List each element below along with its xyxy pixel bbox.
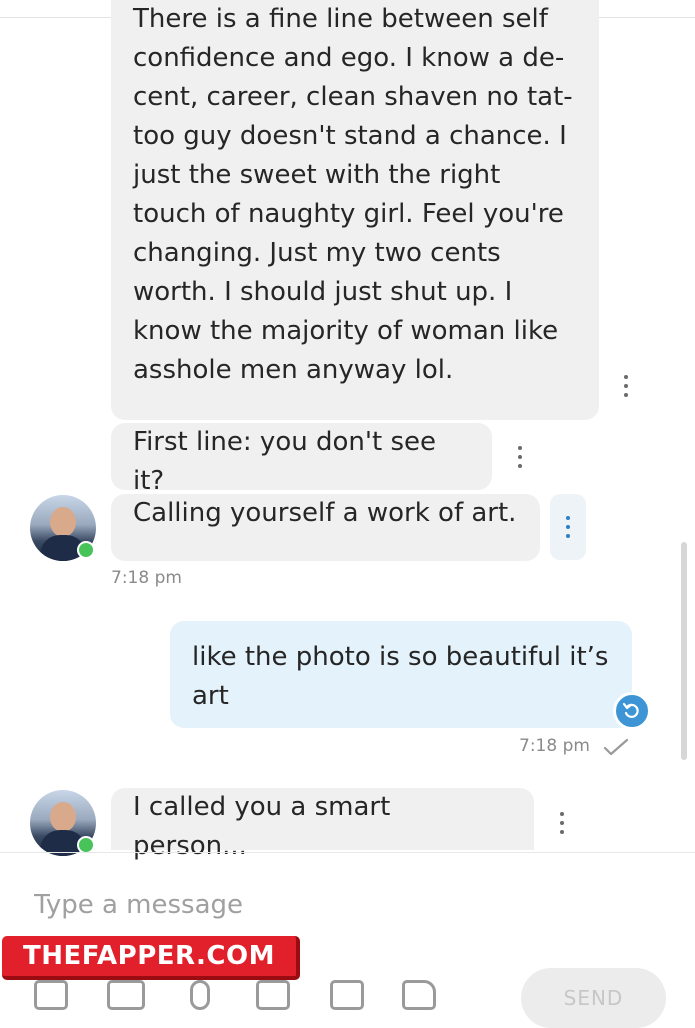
message-timestamp: 7:18 pm (111, 568, 182, 588)
image-icon[interactable] (34, 980, 68, 1010)
message-text: I called you a smart person... (133, 792, 391, 861)
message-options-icon[interactable] (614, 368, 638, 404)
video-icon[interactable] (107, 980, 145, 1010)
message-line: just the sweet with the right (133, 160, 501, 190)
message-text: Calling yourself a work of art. (133, 498, 517, 528)
incoming-message-bubble[interactable]: First line: you don't see it? (111, 423, 492, 496)
message-line: like the photo is so beautiful it’s (192, 642, 609, 672)
message-line: worth. I should just shut up. I (133, 277, 513, 307)
calendar-icon[interactable] (330, 980, 364, 1010)
outgoing-message-bubble[interactable]: like the photo is so beautiful it’s art (170, 621, 632, 728)
composer-divider (0, 852, 695, 853)
message-line: touch of naughty girl. Feel you're (133, 199, 564, 229)
message-line: too guy doesn't stand a chance. I (133, 121, 567, 151)
scrollbar[interactable] (681, 542, 687, 760)
message-line: There is a fine line between self (133, 4, 548, 34)
incoming-message-bubble[interactable]: There is a fine line between self confid… (111, 0, 599, 420)
message-line: asshole men anyway lol. (133, 355, 454, 385)
tag-icon[interactable] (402, 980, 436, 1010)
message-options-icon[interactable] (508, 439, 532, 475)
message-text: First line: you don't see it? (133, 427, 436, 496)
undo-reply-icon[interactable] (613, 692, 651, 730)
gift-icon[interactable] (256, 980, 290, 1010)
message-line: cent, career, clean shaven no tat- (133, 82, 573, 112)
send-button[interactable]: SEND (521, 968, 666, 1028)
message-options-icon[interactable] (550, 494, 586, 560)
watermark-text: THEFAPPER.COM (2, 936, 300, 980)
message-input[interactable] (32, 884, 536, 926)
message-line: know the majority of woman like (133, 316, 559, 346)
avatar[interactable] (30, 495, 96, 561)
avatar[interactable] (30, 790, 96, 856)
watermark-logo: THEFAPPER.COM (2, 936, 300, 980)
incoming-message-bubble[interactable]: Calling yourself a work of art. (111, 494, 540, 561)
message-options-icon[interactable] (550, 805, 574, 841)
message-timestamp: 7:18 pm (519, 736, 590, 756)
online-status-indicator (77, 541, 95, 559)
message-line: changing. Just my two cents (133, 238, 501, 268)
incoming-message-bubble[interactable]: I called you a smart person... (111, 788, 534, 861)
microphone-icon[interactable] (190, 980, 210, 1010)
message-line: art (192, 681, 229, 711)
message-line: confidence and ego. I know a de- (133, 43, 565, 73)
check-icon (603, 738, 629, 756)
